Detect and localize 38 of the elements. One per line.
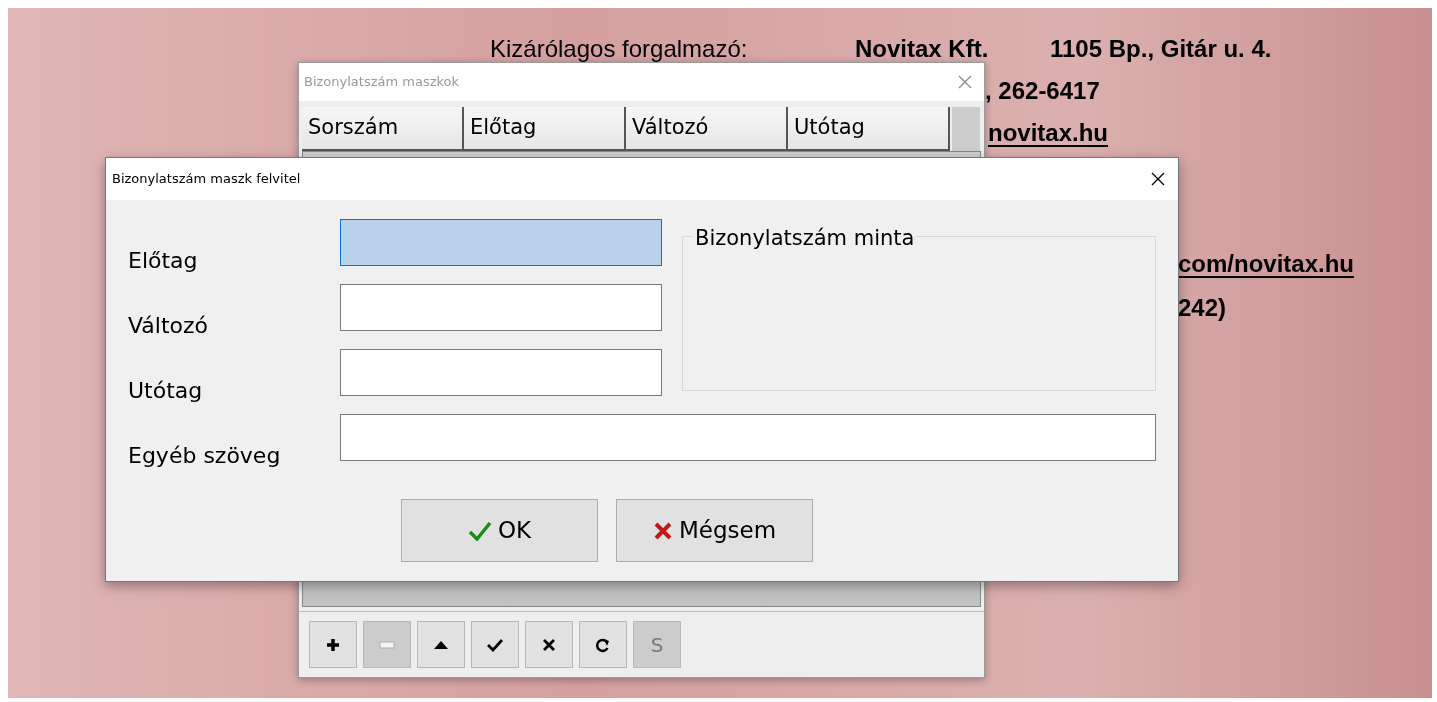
cancel-button[interactable]: Mégsem bbox=[616, 499, 813, 562]
field-label: Előtag bbox=[128, 247, 199, 275]
toolbar-button[interactable] bbox=[525, 621, 573, 668]
field-label: Változó bbox=[128, 312, 210, 340]
text-field[interactable] bbox=[340, 349, 662, 396]
close-icon[interactable] bbox=[1150, 171, 1166, 187]
window-title: Bizonylatszám maszkok bbox=[304, 73, 460, 92]
background-text: 242) bbox=[1178, 295, 1227, 321]
column-header[interactable]: Utótag bbox=[788, 107, 950, 151]
cross-icon bbox=[652, 520, 673, 541]
column-header[interactable]: Előtag bbox=[464, 107, 626, 151]
minus-icon bbox=[379, 640, 395, 649]
text-field[interactable] bbox=[340, 219, 662, 266]
checkmark-icon bbox=[467, 520, 492, 541]
scrollbar[interactable] bbox=[952, 107, 980, 151]
toolbar-button[interactable] bbox=[417, 621, 465, 668]
background-text: Kizárólagos forgalmazó: bbox=[490, 36, 748, 62]
background-text: Novitax Kft. bbox=[855, 36, 989, 62]
background-text: com/novitax.hu bbox=[1178, 251, 1355, 277]
ok-button[interactable]: OK bbox=[401, 499, 598, 562]
dialog-title: Bizonylatszám maszk felvitel bbox=[112, 170, 301, 189]
toolbar-button[interactable] bbox=[579, 621, 627, 668]
background-text: 1105 Bp., Gitár u. 4. bbox=[1050, 36, 1272, 62]
up-triangle-icon bbox=[433, 639, 449, 650]
toolbar-button[interactable] bbox=[471, 621, 519, 668]
redo-icon bbox=[595, 636, 611, 653]
column-header[interactable]: Változó bbox=[626, 107, 788, 151]
background-text: , 262-6417 bbox=[985, 78, 1100, 104]
plus-icon bbox=[326, 637, 340, 652]
text-field[interactable] bbox=[340, 414, 1156, 461]
column-header[interactable]: Sorszám bbox=[302, 107, 464, 151]
field-label: Utótag bbox=[128, 377, 204, 405]
cross-icon bbox=[542, 637, 556, 652]
field-label: Egyéb szöveg bbox=[128, 442, 282, 470]
checkmark-icon bbox=[486, 637, 504, 652]
text-field[interactable] bbox=[340, 284, 662, 331]
toolbar-button[interactable] bbox=[309, 621, 357, 668]
background-text: novitax.hu bbox=[988, 120, 1108, 146]
